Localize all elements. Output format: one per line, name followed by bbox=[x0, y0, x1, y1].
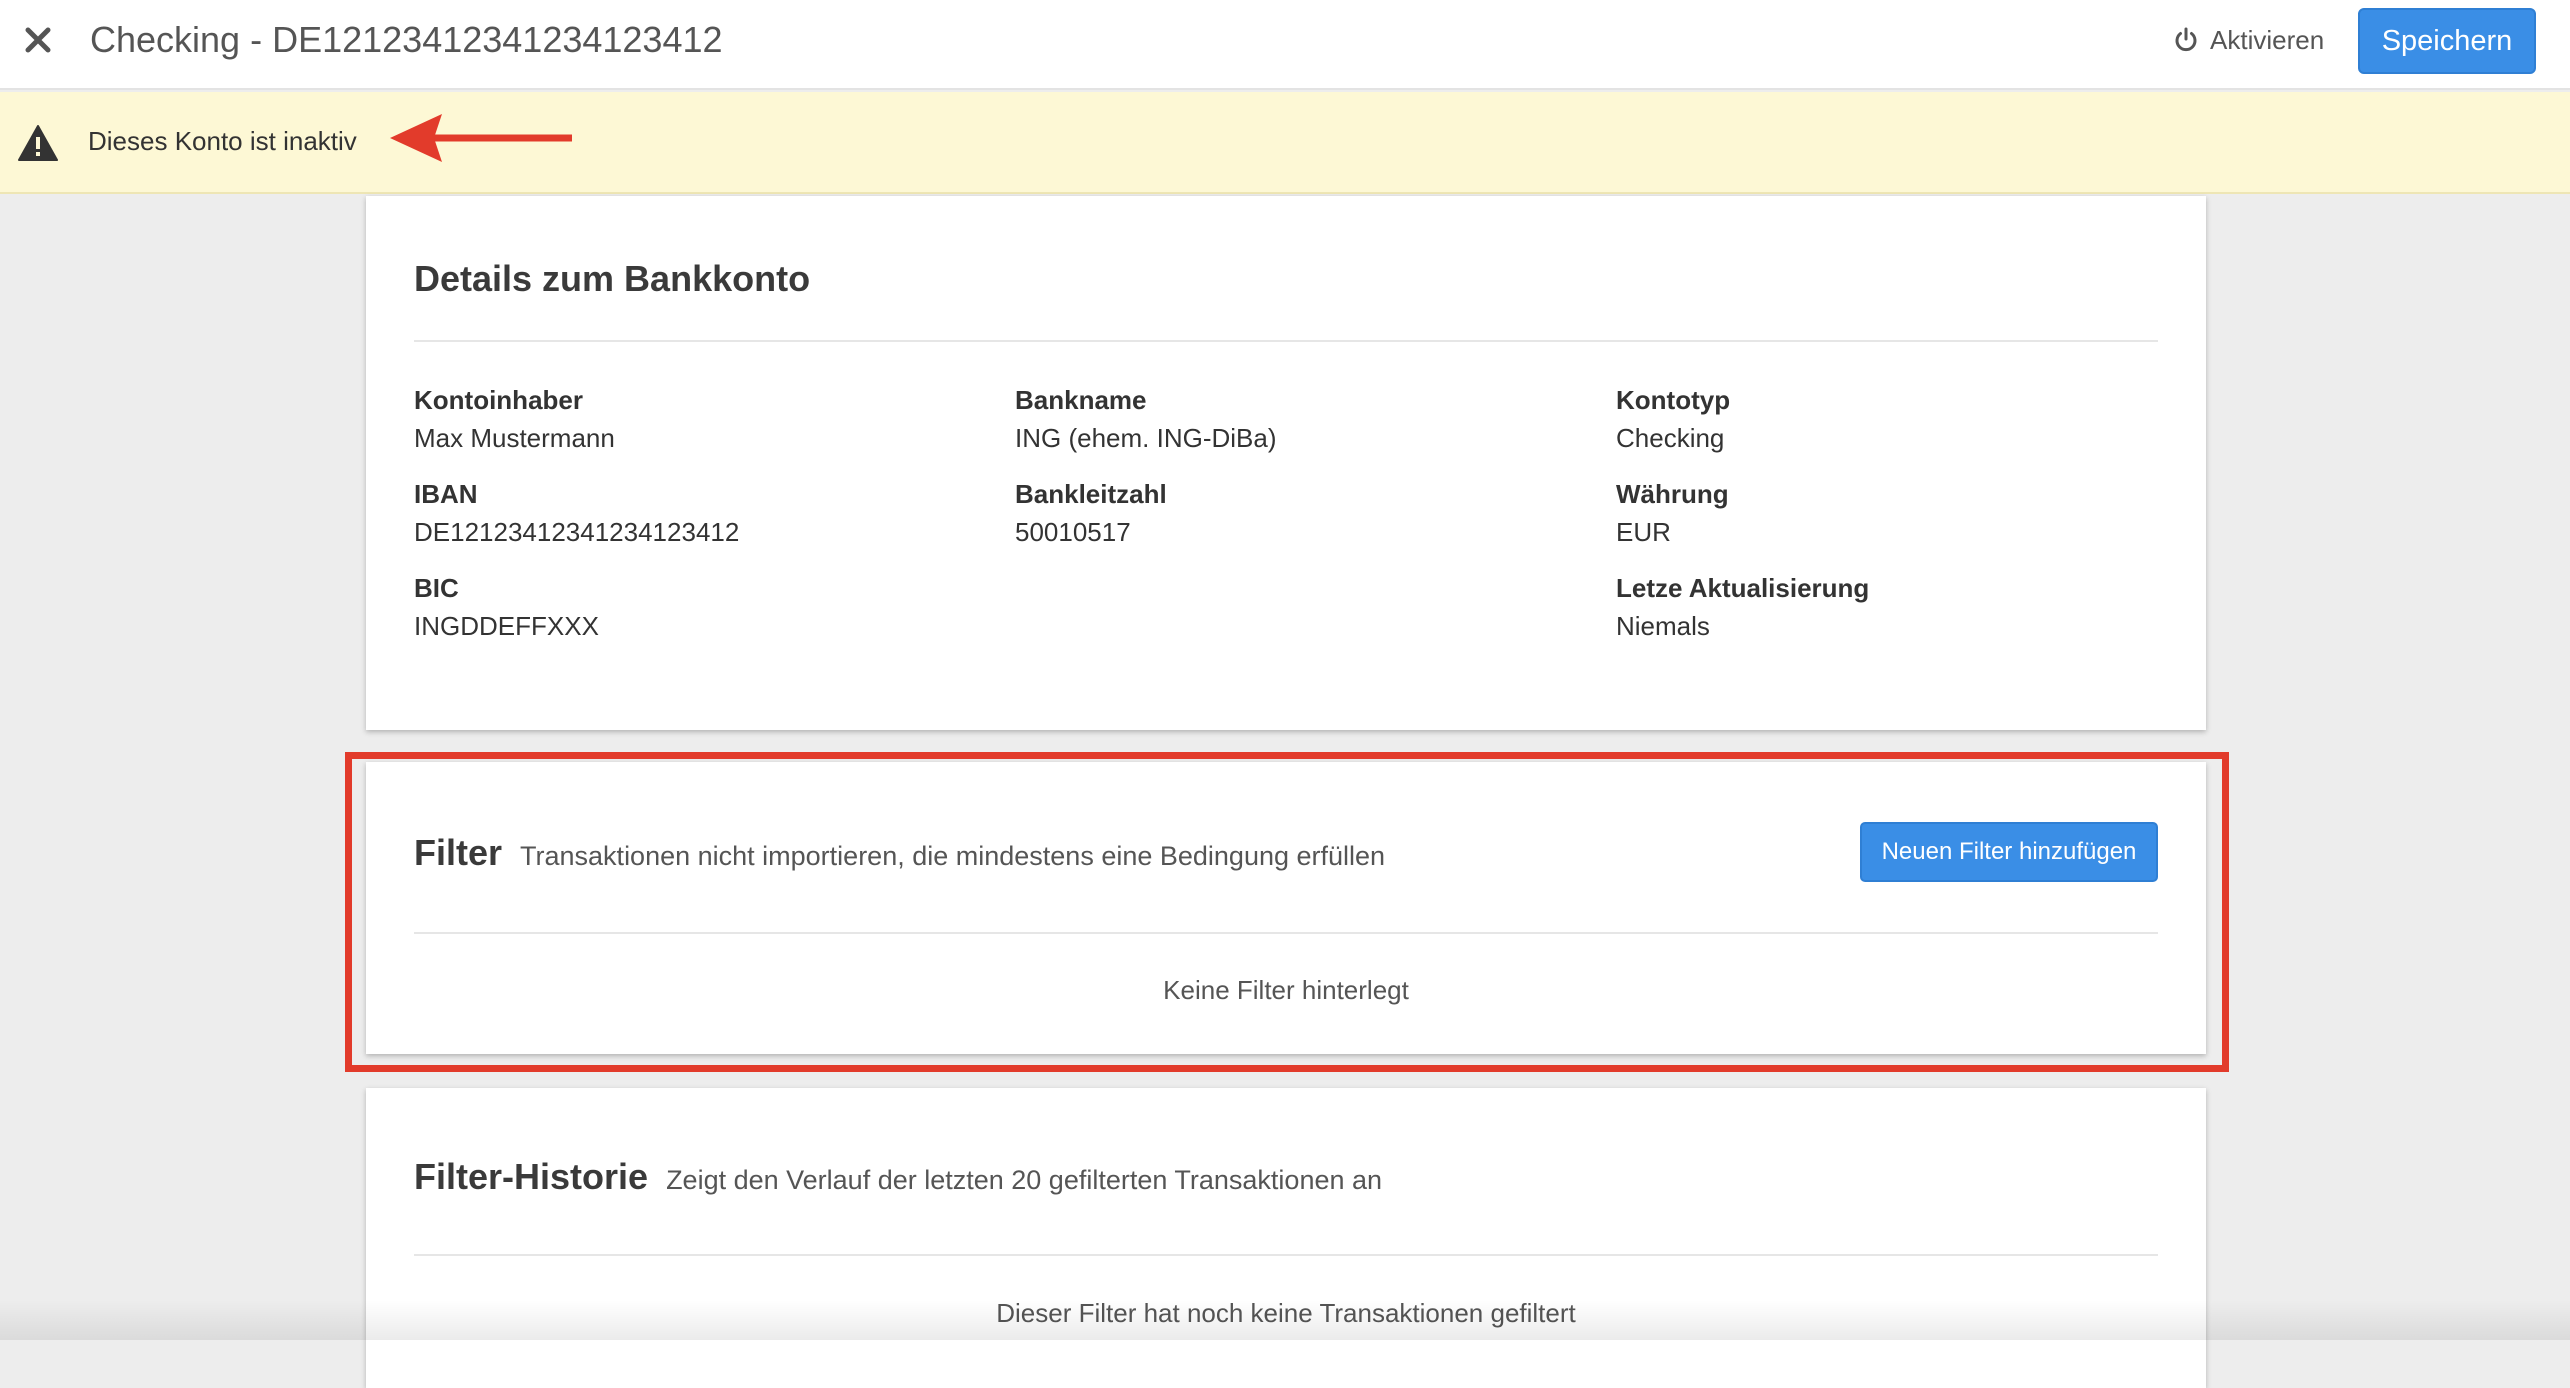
history-subtitle: Zeigt den Verlauf der letzten 20 gefilte… bbox=[666, 1165, 1383, 1195]
field-label: Kontoinhaber bbox=[414, 385, 583, 415]
field-value: Checking bbox=[1616, 423, 1725, 453]
field-label: BIC bbox=[414, 573, 459, 603]
filter-title: Filter bbox=[414, 832, 503, 873]
add-filter-button[interactable]: Neuen Filter hinzufügen bbox=[1860, 822, 2158, 882]
field-account-holder: Kontoinhaber Max Mustermann bbox=[414, 382, 615, 456]
power-icon bbox=[2175, 27, 2197, 52]
field-value: INGDDEFFXXX bbox=[414, 611, 599, 641]
bank-details-card: Details zum Bankkonto Kontoinhaber Max M… bbox=[366, 196, 2206, 730]
activate-button[interactable]: Aktivieren bbox=[2172, 20, 2324, 60]
field-last-update: Letze Aktualisierung Niemals bbox=[1616, 570, 1869, 644]
field-value: EUR bbox=[1616, 517, 1671, 547]
page-title: Checking - DE12123412341234123412 bbox=[90, 19, 723, 60]
field-label: Bankname bbox=[1015, 385, 1147, 415]
details-divider bbox=[414, 340, 2158, 342]
close-button[interactable] bbox=[20, 22, 56, 58]
field-value: 50010517 bbox=[1015, 517, 1131, 547]
save-button[interactable]: Speichern bbox=[2358, 8, 2536, 74]
history-title: Filter-Historie bbox=[414, 1156, 649, 1197]
field-account-type: Kontotyp Checking bbox=[1616, 382, 1730, 456]
field-value: ING (ehem. ING-DiBa) bbox=[1015, 423, 1277, 453]
field-currency: Währung EUR bbox=[1616, 476, 1729, 550]
field-value: Max Mustermann bbox=[414, 423, 615, 453]
arrow-left-icon bbox=[390, 114, 572, 162]
filter-card: Filter Transaktionen nicht importieren, … bbox=[366, 762, 2206, 1054]
field-bank-code: Bankleitzahl 50010517 bbox=[1015, 476, 1167, 550]
filter-heading: Filter Transaktionen nicht importieren, … bbox=[414, 832, 1385, 874]
field-iban: IBAN DE12123412341234123412 bbox=[414, 476, 739, 550]
activate-label: Aktivieren bbox=[2210, 24, 2325, 55]
field-label: Kontotyp bbox=[1616, 385, 1731, 415]
history-heading: Filter-Historie Zeigt den Verlauf der le… bbox=[414, 1156, 1382, 1198]
history-divider bbox=[414, 1254, 2158, 1256]
filter-empty-text: Keine Filter hinterlegt bbox=[1163, 975, 1409, 1005]
field-label: IBAN bbox=[414, 479, 478, 509]
top-bar: Checking - DE12123412341234123412 Aktivi… bbox=[0, 0, 2570, 90]
close-icon bbox=[25, 27, 51, 53]
field-value: Niemals bbox=[1616, 611, 1710, 641]
field-bank-name: Bankname ING (ehem. ING-DiBa) bbox=[1015, 382, 1277, 456]
history-empty-text: Dieser Filter hat noch keine Transaktion… bbox=[996, 1298, 1576, 1328]
warning-icon bbox=[18, 125, 58, 161]
field-bic: BIC INGDDEFFXXX bbox=[414, 570, 599, 644]
details-title: Details zum Bankkonto bbox=[414, 258, 811, 299]
field-label: Letze Aktualisierung bbox=[1616, 573, 1870, 603]
field-label: Bankleitzahl bbox=[1015, 479, 1167, 509]
banner-message: Dieses Konto ist inaktiv bbox=[88, 126, 357, 156]
filter-divider bbox=[414, 932, 2158, 934]
field-label: Währung bbox=[1616, 479, 1729, 509]
filter-subtitle: Transaktionen nicht importieren, die min… bbox=[520, 841, 1386, 871]
field-value: DE12123412341234123412 bbox=[414, 517, 740, 547]
filter-history-card: Filter-Historie Zeigt den Verlauf der le… bbox=[366, 1088, 2206, 1388]
